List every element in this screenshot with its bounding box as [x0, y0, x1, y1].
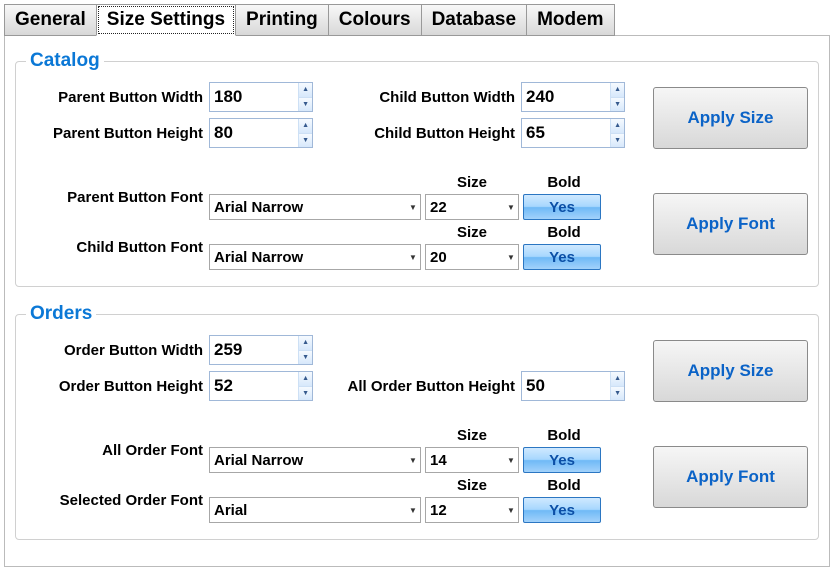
parent-button-font-size-select[interactable]: 22 ▼ — [425, 194, 519, 220]
catalog-legend: Catalog — [26, 50, 104, 72]
spinners[interactable]: ▲▼ — [610, 119, 624, 147]
tab-size-settings[interactable]: Size Settings — [96, 4, 236, 36]
spinners[interactable]: ▲▼ — [298, 372, 312, 400]
chevron-down-icon: ▼ — [504, 203, 518, 212]
parent-button-font-label: Parent Button Font — [26, 189, 209, 206]
spin-up[interactable]: ▲ — [299, 83, 312, 98]
size-header: Size — [425, 477, 519, 497]
all-order-button-height-label: All Order Button Height — [313, 378, 521, 395]
parent-button-font-value: Arial Narrow — [210, 199, 406, 216]
selected-order-font-label: Selected Order Font — [26, 492, 209, 509]
spin-down[interactable]: ▼ — [611, 134, 624, 148]
size-header: Size — [425, 174, 519, 194]
child-button-height-input[interactable]: ▲▼ — [521, 118, 625, 148]
bold-header: Bold — [523, 224, 605, 244]
tab-printing[interactable]: Printing — [235, 4, 329, 36]
chevron-down-icon: ▼ — [406, 456, 420, 465]
catalog-apply-font-button[interactable]: Apply Font — [653, 193, 808, 255]
parent-button-height-field[interactable] — [210, 119, 298, 147]
all-order-font-size-value: 14 — [426, 452, 504, 469]
spin-up[interactable]: ▲ — [611, 119, 624, 134]
chevron-down-icon: ▼ — [504, 253, 518, 262]
spin-down[interactable]: ▼ — [611, 98, 624, 112]
all-order-font-value: Arial Narrow — [210, 452, 406, 469]
child-button-font-value: Arial Narrow — [210, 249, 406, 266]
selected-order-font-size-select[interactable]: 12 ▼ — [425, 497, 519, 523]
parent-button-font-bold-toggle[interactable]: Yes — [523, 194, 601, 220]
chevron-down-icon: ▼ — [406, 203, 420, 212]
order-button-height-input[interactable]: ▲▼ — [209, 371, 313, 401]
all-order-button-height-field[interactable] — [522, 372, 610, 400]
spin-up[interactable]: ▲ — [611, 372, 624, 387]
child-button-font-size-value: 20 — [426, 249, 504, 266]
tab-colours[interactable]: Colours — [328, 4, 422, 36]
child-button-font-bold-toggle[interactable]: Yes — [523, 244, 601, 270]
parent-button-font-select[interactable]: Arial Narrow ▼ — [209, 194, 421, 220]
all-order-font-select[interactable]: Arial Narrow ▼ — [209, 447, 421, 473]
spin-down[interactable]: ▼ — [299, 98, 312, 112]
spinners[interactable]: ▲▼ — [610, 372, 624, 400]
spinners[interactable]: ▲▼ — [298, 83, 312, 111]
parent-button-width-input[interactable]: ▲▼ — [209, 82, 313, 112]
spin-down[interactable]: ▼ — [299, 134, 312, 148]
spin-up[interactable]: ▲ — [299, 372, 312, 387]
size-header: Size — [425, 427, 519, 447]
tab-bar: General Size Settings Printing Colours D… — [4, 4, 830, 36]
orders-apply-size-button[interactable]: Apply Size — [653, 340, 808, 402]
order-button-width-field[interactable] — [210, 336, 298, 364]
child-button-font-select[interactable]: Arial Narrow ▼ — [209, 244, 421, 270]
tab-general[interactable]: General — [4, 4, 97, 36]
parent-button-height-input[interactable]: ▲▼ — [209, 118, 313, 148]
spinners[interactable]: ▲▼ — [298, 336, 312, 364]
order-button-width-label: Order Button Width — [26, 342, 209, 359]
orders-group: Orders Order Button Width ▲▼ Order Butto… — [15, 303, 819, 540]
spin-up[interactable]: ▲ — [299, 119, 312, 134]
spin-down[interactable]: ▼ — [299, 351, 312, 365]
spin-up[interactable]: ▲ — [611, 83, 624, 98]
parent-button-width-label: Parent Button Width — [26, 89, 209, 106]
child-button-width-field[interactable] — [522, 83, 610, 111]
all-order-font-label: All Order Font — [26, 442, 209, 459]
chevron-down-icon: ▼ — [406, 506, 420, 515]
order-button-height-field[interactable] — [210, 372, 298, 400]
all-order-button-height-input[interactable]: ▲▼ — [521, 371, 625, 401]
spin-down[interactable]: ▼ — [299, 387, 312, 401]
child-button-height-field[interactable] — [522, 119, 610, 147]
settings-panel: Catalog Parent Button Width ▲▼ Child But… — [4, 35, 830, 567]
spin-down[interactable]: ▼ — [611, 387, 624, 401]
chevron-down-icon: ▼ — [504, 456, 518, 465]
orders-apply-font-button[interactable]: Apply Font — [653, 446, 808, 508]
size-header: Size — [425, 224, 519, 244]
tab-database[interactable]: Database — [421, 4, 528, 36]
parent-button-height-label: Parent Button Height — [26, 125, 209, 142]
order-button-width-input[interactable]: ▲▼ — [209, 335, 313, 365]
parent-button-font-size-value: 22 — [426, 199, 504, 216]
selected-order-font-value: Arial — [210, 502, 406, 519]
all-order-font-size-select[interactable]: 14 ▼ — [425, 447, 519, 473]
bold-header: Bold — [523, 174, 605, 194]
bold-header: Bold — [523, 477, 605, 497]
catalog-apply-size-button[interactable]: Apply Size — [653, 87, 808, 149]
bold-header: Bold — [523, 427, 605, 447]
spinners[interactable]: ▲▼ — [298, 119, 312, 147]
child-button-font-label: Child Button Font — [26, 239, 209, 256]
chevron-down-icon: ▼ — [406, 253, 420, 262]
spin-up[interactable]: ▲ — [299, 336, 312, 351]
tab-modem[interactable]: Modem — [526, 4, 615, 36]
selected-order-font-size-value: 12 — [426, 502, 504, 519]
all-order-font-bold-toggle[interactable]: Yes — [523, 447, 601, 473]
child-button-width-input[interactable]: ▲▼ — [521, 82, 625, 112]
chevron-down-icon: ▼ — [504, 506, 518, 515]
order-button-height-label: Order Button Height — [26, 378, 209, 395]
parent-button-width-field[interactable] — [210, 83, 298, 111]
child-button-height-label: Child Button Height — [353, 125, 521, 142]
orders-legend: Orders — [26, 303, 96, 325]
spinners[interactable]: ▲▼ — [610, 83, 624, 111]
selected-order-font-bold-toggle[interactable]: Yes — [523, 497, 601, 523]
child-button-width-label: Child Button Width — [353, 89, 521, 106]
catalog-group: Catalog Parent Button Width ▲▼ Child But… — [15, 50, 819, 287]
selected-order-font-select[interactable]: Arial ▼ — [209, 497, 421, 523]
child-button-font-size-select[interactable]: 20 ▼ — [425, 244, 519, 270]
